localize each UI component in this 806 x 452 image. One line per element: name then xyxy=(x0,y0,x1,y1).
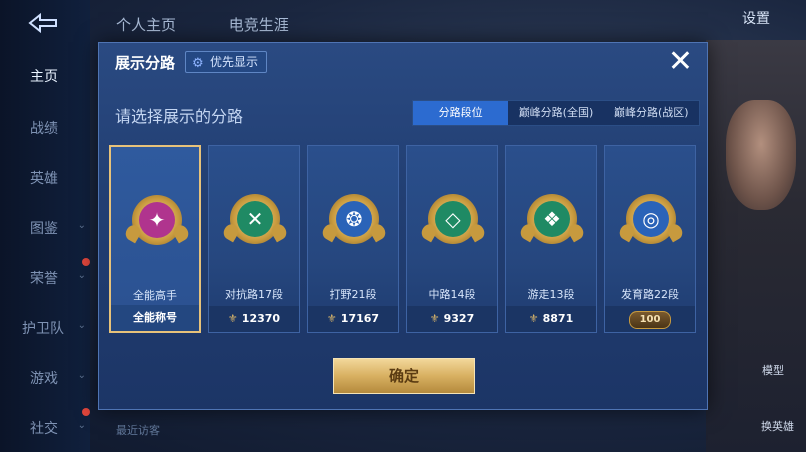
rank-points-icon: ⚜ xyxy=(429,312,440,325)
back-arrow-icon[interactable] xyxy=(26,12,60,34)
lane-card-mid[interactable]: ◇ 中路14段 ⚜ 9327 xyxy=(406,145,498,333)
sidebar-item-honor[interactable]: 荣誉 ⌄ xyxy=(0,268,90,288)
recent-visitors-label: 最近访客 xyxy=(116,424,160,437)
priority-display-button[interactable]: ⚙ 优先显示 xyxy=(185,51,268,73)
sidebar-item-label: 战绩 xyxy=(30,121,58,137)
chevron-down-icon: ⌄ xyxy=(77,370,86,381)
sidebar-item-label: 荣誉 xyxy=(30,271,58,287)
lane-display-dialog: 展示分路 ⚙ 优先显示 ✕ 请选择展示的分路 分路段位 巅峰分路(全国) 巅峰分… xyxy=(98,42,708,410)
tab-peak-region[interactable]: 巅峰分路(战区) xyxy=(604,101,699,125)
sidebar-item-social[interactable]: 社交 ⌄ xyxy=(0,418,90,438)
rank-points-value: 8871 xyxy=(542,312,574,325)
lane-card-label: 打野21段 xyxy=(329,288,377,301)
lane-card-roam[interactable]: ❖ 游走13段 ⚜ 8871 xyxy=(505,145,597,333)
sidebar-item-label: 图鉴 xyxy=(30,221,58,237)
dialog-title: 展示分路 xyxy=(115,54,176,72)
tab-lane-rank[interactable]: 分路段位 xyxy=(413,101,509,125)
sidebar-item-heroes[interactable]: 英雄 xyxy=(0,168,90,188)
settings-button[interactable]: 设置 xyxy=(742,8,770,28)
lane-card-label: 全能高手 xyxy=(133,289,177,302)
sidebar-item-game[interactable]: 游戏 ⌄ xyxy=(0,368,90,388)
lane-card-clash[interactable]: ✕ 对抗路17段 ⚜ 12370 xyxy=(208,145,300,333)
tab-profile[interactable]: 个人主页 xyxy=(116,16,176,34)
rank-points-value: 17167 xyxy=(340,312,380,325)
notification-dot xyxy=(82,408,90,416)
lane-card-jungle[interactable]: ❂ 打野21段 ⚜ 17167 xyxy=(307,145,399,333)
chevron-down-icon: ⌄ xyxy=(77,420,86,431)
rank-points-value: 12370 xyxy=(241,312,281,325)
lane-card-footer: 100 xyxy=(605,306,695,332)
roam-emblem-icon: ❖ xyxy=(517,194,587,244)
sidebar: 主页 战绩 英雄 图鉴 ⌄ 荣誉 ⌄ 护卫队 ⌄ 游戏 ⌄ 社交 ⌄ xyxy=(0,0,90,452)
rank-points-icon: ⚜ xyxy=(326,312,337,325)
rank-points-value: 9327 xyxy=(443,312,475,325)
lane-card-footer: ⚜ 8871 xyxy=(506,306,596,332)
lane-card-label: 对抗路17段 xyxy=(225,288,283,301)
tab-esports[interactable]: 电竞生涯 xyxy=(229,16,289,34)
notification-dot xyxy=(82,258,90,266)
clash-lane-emblem-icon: ✕ xyxy=(220,194,290,244)
sidebar-item-gallery[interactable]: 图鉴 ⌄ xyxy=(0,218,90,238)
chevron-down-icon: ⌄ xyxy=(77,320,86,331)
sidebar-item-label: 英雄 xyxy=(30,171,58,187)
close-icon[interactable]: ✕ xyxy=(668,47,693,77)
tab-peak-national[interactable]: 巅峰分路(全国) xyxy=(508,101,603,125)
allround-emblem-icon: ✦ xyxy=(122,195,192,245)
lane-card-farm[interactable]: ◎ 发育路22段 100 xyxy=(604,145,696,333)
sidebar-item-home[interactable]: 主页 xyxy=(0,66,90,86)
farm-lane-emblem-icon: ◎ xyxy=(616,194,686,244)
chevron-down-icon: ⌄ xyxy=(77,270,86,281)
lane-card-label: 发育路22段 xyxy=(621,288,679,301)
lane-card-label: 中路14段 xyxy=(428,288,476,301)
hero-portrait xyxy=(726,100,796,210)
sidebar-item-label: 护卫队 xyxy=(22,321,64,337)
sidebar-item-guard[interactable]: 护卫队 ⌄ xyxy=(0,318,90,338)
lane-card-footer: ⚜ 12370 xyxy=(209,306,299,332)
jungle-emblem-icon: ❂ xyxy=(319,194,389,244)
mid-lane-emblem-icon: ◇ xyxy=(418,194,488,244)
top-tabs: 个人主页 电竞生涯 xyxy=(116,14,337,35)
rank-points-icon: ⚜ xyxy=(528,312,539,325)
model-button[interactable]: 模型 xyxy=(762,362,784,378)
lane-card-label: 游走13段 xyxy=(527,288,575,301)
rank-points-icon: ⚜ xyxy=(227,312,238,325)
sidebar-item-record[interactable]: 战绩 xyxy=(0,118,90,138)
lane-card-footer: ⚜ 17167 xyxy=(308,306,398,332)
switch-hero-button[interactable]: 换英雄 xyxy=(761,418,794,434)
sidebar-item-label: 游戏 xyxy=(30,371,58,387)
dialog-subtitle: 请选择展示的分路 xyxy=(115,107,244,126)
lane-card-footer: ⚜ 9327 xyxy=(407,306,497,332)
gear-icon: ⚙ xyxy=(192,56,204,71)
rank-badge: 100 xyxy=(628,311,672,329)
sidebar-item-label: 社交 xyxy=(30,421,58,437)
lane-card-footer: 全能称号 xyxy=(111,305,199,331)
chevron-down-icon: ⌄ xyxy=(77,220,86,231)
lane-card-allround[interactable]: ✦ 全能高手 全能称号 xyxy=(109,145,201,333)
sidebar-item-label: 主页 xyxy=(30,69,58,85)
confirm-button[interactable]: 确定 xyxy=(333,358,475,394)
lane-type-segmented-control: 分路段位 巅峰分路(全国) 巅峰分路(战区) xyxy=(412,100,700,126)
priority-display-label: 优先显示 xyxy=(210,55,259,69)
hero-artwork xyxy=(706,40,806,452)
